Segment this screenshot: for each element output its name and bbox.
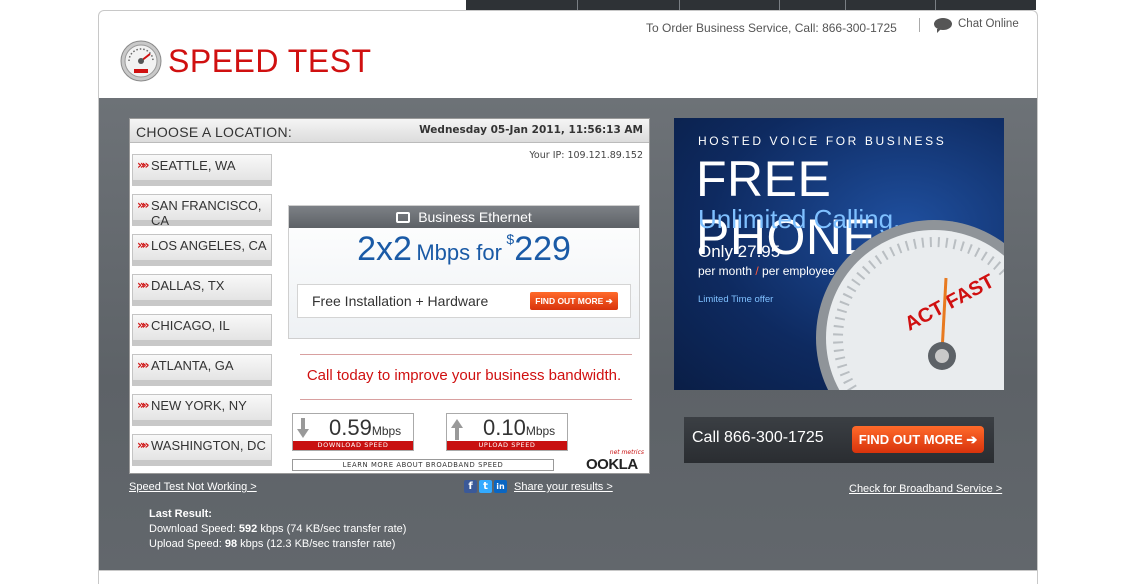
logo-title: SPEED TEST [168, 42, 372, 79]
download-meter: 0.59Mbps DOWNLOAD SPEED [292, 413, 414, 451]
share-results-link[interactable]: Share your results > [514, 481, 613, 493]
hosted-voice-text: HOSTED VOICE FOR BUSINESS [698, 134, 947, 148]
location-label: NEW YORK, NY [151, 398, 247, 413]
location-label: ATLANTA, GA [151, 358, 234, 373]
choose-location-title: CHOOSE A LOCATION: [136, 124, 293, 140]
red-arrows-icon: »» [137, 438, 149, 452]
divider [300, 354, 632, 355]
free-phone-ad[interactable]: HOSTED VOICE FOR BUSINESS FREE PHONE Unl… [674, 118, 1004, 390]
social-icons: f t in [464, 480, 509, 493]
red-arrows-icon: »» [137, 318, 149, 332]
location-label: LOS ANGELES, CA [151, 238, 267, 253]
top-nav [466, 0, 1036, 10]
learn-more-link[interactable]: LEARN MORE ABOUT BROADBAND SPEED [292, 459, 554, 471]
ethernet-ad-header: Business Ethernet [289, 206, 639, 228]
last-result-title: Last Result: [149, 508, 212, 520]
location-chicago[interactable]: »» CHICAGO, IL [132, 314, 272, 346]
top-nav-tab[interactable] [780, 0, 846, 10]
speedometer-logo-icon [120, 40, 162, 82]
red-arrows-icon: »» [137, 278, 149, 292]
location-label: SAN FRANCISCO, CA [151, 198, 262, 228]
your-ip: Your IP: 109.121.89.152 [529, 150, 643, 161]
logo[interactable]: SPEED TEST [120, 40, 372, 82]
download-value: 0.59 [329, 415, 372, 440]
ethernet-offer-text: Free Installation + Hardware [312, 293, 489, 309]
act-fast-gauge-icon: ACT FAST [816, 220, 1004, 390]
call-bar: Call 866-300-1725 FIND OUT MORE ➔ [684, 417, 994, 463]
ethernet-speed-suffix: Mbps for [416, 240, 502, 265]
speed-test-panel: CHOOSE A LOCATION: Wednesday 05-Jan 2011… [129, 118, 650, 474]
location-los-angeles[interactable]: »» LOS ANGELES, CA [132, 234, 272, 266]
upload-meter: 0.10Mbps UPLOAD SPEED [446, 413, 568, 451]
upload-unit: Mbps [525, 424, 556, 438]
facebook-icon[interactable]: f [464, 480, 477, 493]
limited-time-text: Limited Time offer [698, 294, 774, 305]
download-value-group: 0.59Mbps [329, 415, 401, 441]
ethernet-price-value: 229 [514, 230, 571, 268]
bottom-divider [99, 570, 1037, 571]
top-nav-tab[interactable] [578, 0, 680, 10]
header-divider [919, 18, 920, 32]
location-san-francisco[interactable]: »» SAN FRANCISCO, CA [132, 194, 272, 228]
location-label: DALLAS, TX [151, 278, 225, 293]
twitter-icon[interactable]: t [479, 480, 492, 493]
ethernet-heading: Business Ethernet [418, 209, 532, 225]
ethernet-price: 2x2 Mbps for $229 [289, 230, 639, 269]
red-arrows-icon: »» [137, 358, 149, 372]
call-today-text: Call today to improve your business band… [306, 367, 622, 384]
top-nav-tab[interactable] [466, 0, 578, 10]
chat-online-label: Chat Online [958, 18, 1019, 30]
location-label: CHICAGO, IL [151, 318, 230, 333]
location-seattle[interactable]: »» SEATTLE, WA [132, 154, 272, 186]
upload-arrow-icon [451, 419, 463, 440]
linkedin-icon[interactable]: in [494, 480, 507, 493]
speed-test-not-working-link[interactable]: Speed Test Not Working > [129, 481, 257, 493]
upload-value: 0.10 [483, 415, 526, 440]
last-result: Last Result: Download Speed: 592 kbps (7… [149, 507, 406, 552]
upload-value-group: 0.10Mbps [483, 415, 555, 441]
location-label: WASHINGTON, DC [151, 438, 266, 453]
call-number: Call 866-300-1725 [692, 429, 824, 446]
chat-bubble-icon [934, 18, 952, 33]
business-ethernet-ad[interactable]: Business Ethernet 2x2 Mbps for $229 Free… [288, 205, 640, 339]
location-new-york[interactable]: »» NEW YORK, NY [132, 394, 272, 426]
only-price-text: Only 27.95 [698, 242, 781, 261]
red-arrows-icon: »» [137, 398, 149, 412]
check-broadband-link[interactable]: Check for Broadband Service > [849, 483, 1002, 495]
monitor-icon [396, 212, 411, 223]
ookla-name: OOKLA [586, 456, 638, 473]
top-nav-tab[interactable] [846, 0, 936, 10]
page: To Order Business Service, Call: 866-300… [0, 0, 1136, 584]
download-arrow-icon [297, 418, 309, 438]
ookla-logo[interactable]: net metrics OOKLA [584, 449, 646, 473]
location-label: SEATTLE, WA [151, 158, 236, 173]
red-arrows-icon: »» [137, 158, 149, 172]
location-dallas[interactable]: »» DALLAS, TX [132, 274, 272, 306]
current-datetime: Wednesday 05-Jan 2011, 11:56:13 AM [419, 124, 643, 136]
download-unit: Mbps [371, 424, 402, 438]
location-washington[interactable]: »» WASHINGTON, DC [132, 434, 272, 466]
ethernet-speed: 2x2 [357, 230, 412, 268]
panel-header: CHOOSE A LOCATION: Wednesday 05-Jan 2011… [130, 119, 649, 143]
upload-caption: UPLOAD SPEED [447, 441, 567, 450]
last-download-line: Download Speed: 592 kbps (74 KB/sec tran… [149, 523, 407, 535]
divider [300, 399, 632, 400]
chat-online-link[interactable]: Chat Online [934, 18, 1019, 33]
red-arrows-icon: »» [137, 238, 149, 252]
phone-find-out-more-button[interactable]: FIND OUT MORE ➔ [852, 426, 984, 453]
download-caption: DOWNLOAD SPEED [293, 441, 413, 450]
ethernet-find-out-more-button[interactable]: FIND OUT MORE ➔ [530, 292, 618, 310]
location-atlanta[interactable]: »» ATLANTA, GA [132, 354, 272, 386]
red-arrows-icon: »» [137, 198, 149, 212]
top-nav-tab[interactable] [680, 0, 780, 10]
last-upload-line: Upload Speed: 98 kbps (12.3 KB/sec trans… [149, 538, 396, 550]
ethernet-offer-bar: Free Installation + Hardware FIND OUT MO… [297, 284, 631, 318]
ookla-tag: net metrics [609, 449, 644, 456]
order-contact: To Order Business Service, Call: 866-300… [646, 21, 897, 35]
top-nav-tab[interactable] [936, 0, 1036, 10]
